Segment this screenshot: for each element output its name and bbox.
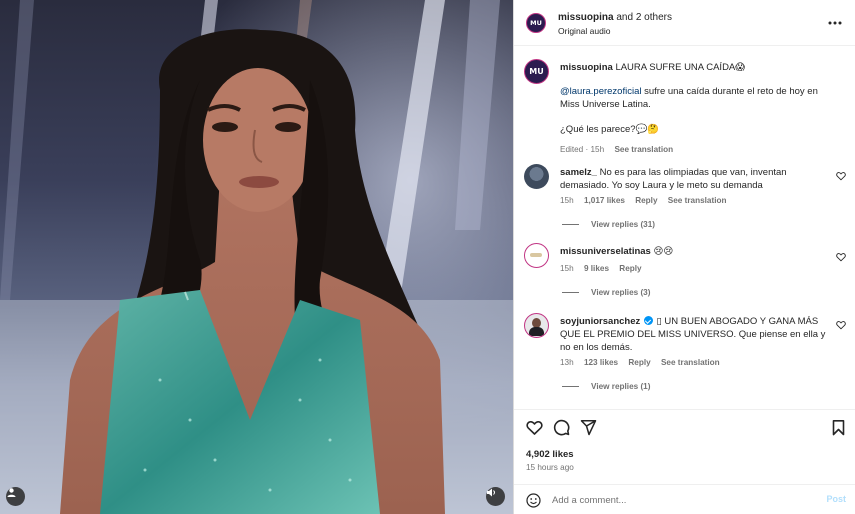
- commenter-avatar[interactable]: [524, 164, 549, 189]
- view-replies-button[interactable]: View replies (31): [562, 220, 655, 229]
- comment-like-icon[interactable]: [836, 252, 846, 262]
- replies-divider: [562, 386, 579, 387]
- tagged-users-button[interactable]: [6, 487, 25, 506]
- comment-likes[interactable]: 123 likes: [584, 358, 618, 367]
- comment-time: 13h: [560, 358, 574, 367]
- post-caption: MU missuopina LAURA SUFRE UNA CAÍDA😱 @la…: [514, 59, 855, 154]
- comment-like-icon[interactable]: [836, 320, 846, 330]
- comment-body: 😢😢: [653, 246, 674, 257]
- avatar-text: MU: [530, 19, 542, 27]
- caption-see-translation[interactable]: See translation: [614, 145, 673, 154]
- see-translation-link[interactable]: See translation: [661, 358, 720, 367]
- caption-avatar[interactable]: MU: [524, 59, 549, 84]
- verified-badge-icon: [643, 316, 653, 325]
- reply-button[interactable]: Reply: [619, 264, 641, 273]
- caption-line2: sufre una caída durante el reto de hoy e…: [644, 86, 818, 97]
- comment-meta: 13h 123 likes Reply See translation: [560, 358, 728, 367]
- audio-link[interactable]: Original audio: [558, 26, 610, 36]
- comment-input[interactable]: [552, 492, 792, 509]
- add-comment-bar: Post: [514, 484, 855, 514]
- post-timestamp[interactable]: 15 hours ago: [526, 463, 574, 472]
- comment-item: soyjuniorsanchez ▯ UN BUEN ABOGADO Y GAN…: [514, 313, 855, 409]
- comment-like-icon[interactable]: [836, 171, 846, 181]
- mention-link[interactable]: @laura.perezoficial: [560, 86, 641, 97]
- comment-icon[interactable]: [553, 419, 570, 436]
- user-icon: [7, 488, 16, 497]
- post-side-panel: MU missuopina and 2 others Original audi…: [513, 0, 855, 514]
- comment-likes[interactable]: 1,017 likes: [584, 196, 625, 205]
- avatar-text: MU: [529, 67, 544, 76]
- replies-divider: [562, 292, 579, 293]
- commenter-avatar[interactable]: [524, 313, 549, 338]
- collaborators-link[interactable]: and 2 others: [616, 12, 672, 23]
- caption-meta: Edited · 15h See translation: [560, 145, 681, 154]
- comment-time: 15h: [560, 196, 574, 205]
- commenter-avatar[interactable]: [524, 243, 549, 268]
- comment-meta: 15h 9 likes Reply: [560, 264, 650, 273]
- post-actions: 4,902 likes 15 hours ago Post: [514, 409, 855, 514]
- comment-text: soyjuniorsanchez ▯ UN BUEN ABOGADO Y GAN…: [560, 315, 830, 354]
- post-header: MU missuopina and 2 others Original audi…: [514, 0, 855, 46]
- view-replies-label: View replies (31): [591, 220, 656, 229]
- comment-username[interactable]: soyjuniorsanchez: [560, 316, 640, 327]
- mute-button[interactable]: [486, 487, 505, 506]
- caption-title: missuopina LAURA SUFRE UNA CAÍDA😱: [560, 61, 830, 74]
- see-translation-link[interactable]: See translation: [668, 196, 727, 205]
- comment-time: 15h: [560, 264, 574, 273]
- caption-edited: Edited · 15h: [560, 145, 605, 154]
- emoji-icon[interactable]: [526, 493, 541, 508]
- caption-username[interactable]: missuopina: [560, 62, 613, 73]
- save-bookmark-icon[interactable]: [830, 419, 847, 436]
- comment-username[interactable]: missuniverselatinas: [560, 246, 651, 257]
- comment-text: missuniverselatinas 😢😢: [560, 245, 830, 258]
- caption-headline: LAURA SUFRE UNA CAÍDA😱: [615, 62, 746, 73]
- more-options-button[interactable]: [826, 14, 844, 32]
- comment-text: samelz_ No es para las olimpiadas que va…: [560, 166, 830, 192]
- post-owner: missuopina and 2 others: [558, 12, 672, 23]
- caption-question: ¿Qué les parece?💬🤔: [560, 124, 660, 135]
- speaker-icon: [487, 488, 495, 497]
- view-replies-label: View replies (1): [591, 382, 651, 391]
- comment-item: samelz_ No es para las olimpiadas que va…: [514, 164, 855, 244]
- post-comment-button[interactable]: Post: [826, 494, 846, 504]
- more-icon: [828, 21, 842, 25]
- caption-line3: Miss Universe Latina.: [560, 99, 651, 110]
- reply-button[interactable]: Reply: [628, 358, 650, 367]
- replies-divider: [562, 224, 579, 225]
- comment-likes[interactable]: 9 likes: [584, 264, 609, 273]
- reply-button[interactable]: Reply: [635, 196, 657, 205]
- view-replies-label: View replies (3): [591, 288, 651, 297]
- avatar-logo: [530, 253, 542, 257]
- likes-count[interactable]: 4,902 likes: [526, 449, 574, 460]
- view-replies-button[interactable]: View replies (1): [562, 382, 650, 391]
- owner-username[interactable]: missuopina: [558, 12, 614, 23]
- video-frame: [0, 0, 513, 514]
- post-media[interactable]: [0, 0, 513, 514]
- avatar-body: [529, 327, 544, 336]
- owner-avatar[interactable]: MU: [526, 13, 546, 33]
- caption-body: @laura.perezoficial sufre una caída dura…: [560, 85, 830, 111]
- like-icon[interactable]: [526, 419, 543, 436]
- comments-list[interactable]: MU missuopina LAURA SUFRE UNA CAÍDA😱 @la…: [514, 47, 855, 409]
- comment-username[interactable]: samelz_: [560, 167, 597, 178]
- view-replies-button[interactable]: View replies (3): [562, 288, 650, 297]
- share-icon[interactable]: [580, 419, 597, 436]
- comment-item: missuniverselatinas 😢😢 15h 9 likes Reply…: [514, 243, 855, 313]
- comment-meta: 15h 1,017 likes Reply See translation: [560, 196, 735, 205]
